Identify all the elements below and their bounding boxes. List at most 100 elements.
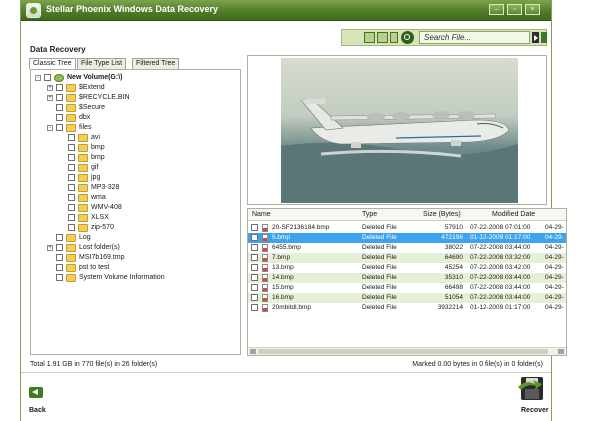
search-go-button[interactable] [532, 32, 539, 43]
tree-checkbox[interactable] [56, 234, 63, 241]
expand-icon[interactable]: + [47, 85, 53, 91]
file-row[interactable]: 20-SF2136184.bmp Deleted File 57910 07-22-2… [248, 223, 566, 233]
folder-icon [66, 274, 76, 282]
column-header-modified-date[interactable]: Modified Date [492, 211, 535, 218]
column-header-name[interactable]: Name [252, 211, 271, 218]
tree-item[interactable]: + Lost folder(s) [31, 243, 240, 253]
tab-classic-tree[interactable]: Classic Tree [29, 58, 76, 69]
tree-item[interactable]: - New Volume(G:\) [31, 73, 240, 83]
collapse-icon[interactable]: - [35, 75, 41, 81]
minimize-button[interactable]: – [489, 4, 504, 15]
expand-icon[interactable]: + [47, 95, 53, 101]
tree-item[interactable]: + $Extend [31, 83, 240, 93]
close-button[interactable]: × [525, 4, 540, 15]
tree-checkbox[interactable] [56, 254, 63, 261]
grid-icon[interactable] [377, 32, 388, 43]
file-checkbox[interactable] [251, 284, 258, 291]
tree-item[interactable]: MSI7b169.tmp [31, 253, 240, 263]
file-checkbox[interactable] [251, 234, 258, 241]
tree-item[interactable]: XLSX [31, 213, 240, 223]
file-type: Deleted File [362, 254, 397, 261]
tree-item[interactable]: - files [31, 123, 240, 133]
file-checkbox[interactable] [251, 264, 258, 271]
tree-checkbox[interactable] [68, 174, 75, 181]
tree-item[interactable]: + $RECYCLE.BIN [31, 93, 240, 103]
file-row[interactable]: 16.bmp Deleted File 51054 07-22-2008 03:44:… [248, 293, 566, 303]
tree-checkbox[interactable] [56, 114, 63, 121]
tree-item[interactable]: jpg [31, 173, 240, 183]
tree-checkbox[interactable] [56, 94, 63, 101]
maximize-button[interactable]: ▫ [507, 4, 522, 15]
search-input[interactable]: Search File... [419, 31, 530, 44]
tree-item[interactable]: Log [31, 233, 240, 243]
file-row[interactable]: 15.bmp Deleted File 66498 07-22-2008 03:44:… [248, 283, 566, 293]
file-checkbox[interactable] [251, 254, 258, 261]
title-bar[interactable]: Stellar Phoenix Windows Data Recovery – … [21, 0, 551, 21]
file-row[interactable]: 5.bmp Deleted File 472196 01-12-2009 01:17:… [248, 233, 566, 243]
tree-checkbox[interactable] [68, 184, 75, 191]
tree-checkbox[interactable] [56, 264, 63, 271]
column-header-type[interactable]: Type [362, 211, 377, 218]
scroll-left-icon[interactable] [250, 349, 256, 354]
expand-icon[interactable]: + [47, 245, 53, 251]
tree-item[interactable]: MP3-328 [31, 183, 240, 193]
tree-item[interactable]: avi [31, 133, 240, 143]
tree-item[interactable]: zip-570 [31, 223, 240, 233]
tree-item[interactable]: bmp [31, 143, 240, 153]
file-checkbox[interactable] [251, 294, 258, 301]
file-name: 16.bmp [272, 294, 294, 301]
tree-item[interactable]: gif [31, 163, 240, 173]
cart-icon[interactable] [364, 32, 375, 43]
tree-checkbox[interactable] [68, 214, 75, 221]
file-checkbox[interactable] [251, 304, 258, 311]
tree-item[interactable]: System Volume Information [31, 273, 240, 283]
tree-checkbox[interactable] [56, 274, 63, 281]
file-row[interactable]: 14.bmp Deleted File 35310 07-22-2008 03:44:… [248, 273, 566, 283]
horizontal-scrollbar[interactable] [248, 347, 566, 355]
tree-checkbox[interactable] [56, 104, 63, 111]
folder-icon [78, 184, 88, 192]
recover-button[interactable] [517, 375, 547, 402]
tree-item-label: avi [91, 134, 100, 141]
list-icon[interactable] [390, 32, 398, 43]
tree-item[interactable]: bmp [31, 153, 240, 163]
tab-filtered-tree[interactable]: Filtered Tree [132, 58, 180, 69]
scroll-thumb[interactable] [258, 349, 548, 354]
file-checkbox[interactable] [251, 224, 258, 231]
file-checkbox[interactable] [251, 274, 258, 281]
file-row[interactable]: 7.bmp Deleted File 64690 07-22-2008 03:32:0… [248, 253, 566, 263]
file-created-date: 04-29- [545, 244, 564, 251]
tree-checkbox[interactable] [56, 244, 63, 251]
tree-checkbox[interactable] [68, 194, 75, 201]
folder-tree[interactable]: - New Volume(G:\) + $Extend + $RECYCLE.BIN $Se… [30, 69, 241, 355]
tree-item[interactable]: pst to test [31, 263, 240, 273]
tree-item-label: $RECYCLE.BIN [79, 94, 130, 101]
collapse-icon[interactable]: - [47, 125, 53, 131]
tree-item[interactable]: $Secure [31, 103, 240, 113]
recover-label[interactable]: Recover [521, 407, 549, 414]
file-size: 3932214 [437, 304, 463, 311]
tree-checkbox[interactable] [44, 74, 51, 81]
back-button[interactable] [29, 387, 43, 398]
export-icon[interactable] [541, 32, 547, 43]
tree-checkbox[interactable] [68, 164, 75, 171]
tree-checkbox[interactable] [68, 204, 75, 211]
tree-checkbox[interactable] [68, 134, 75, 141]
file-row[interactable]: 13.bmp Deleted File 45254 07-22-2008 03:42:… [248, 263, 566, 273]
column-header-size[interactable]: Size (Bytes) [423, 211, 461, 218]
tree-checkbox[interactable] [56, 124, 63, 131]
scroll-right-icon[interactable] [558, 349, 564, 354]
file-list[interactable]: Name Type Size (Bytes) Modified Date 20-… [247, 208, 567, 356]
file-row[interactable]: 20mbitdl.bmp Deleted File 3932214 01-12-200… [248, 303, 566, 313]
tree-item[interactable]: dbx [31, 113, 240, 123]
tree-item[interactable]: WMV-408 [31, 203, 240, 213]
tree-item[interactable]: wma [31, 193, 240, 203]
file-checkbox[interactable] [251, 244, 258, 251]
back-label[interactable]: Back [29, 407, 46, 414]
tree-checkbox[interactable] [68, 144, 75, 151]
tree-checkbox[interactable] [56, 84, 63, 91]
tree-checkbox[interactable] [68, 224, 75, 231]
tab-file-type-list[interactable]: File Type List [77, 58, 127, 69]
file-row[interactable]: 6455.bmp Deleted File 38022 07-22-2008 03:4… [248, 243, 566, 253]
tree-checkbox[interactable] [68, 154, 75, 161]
